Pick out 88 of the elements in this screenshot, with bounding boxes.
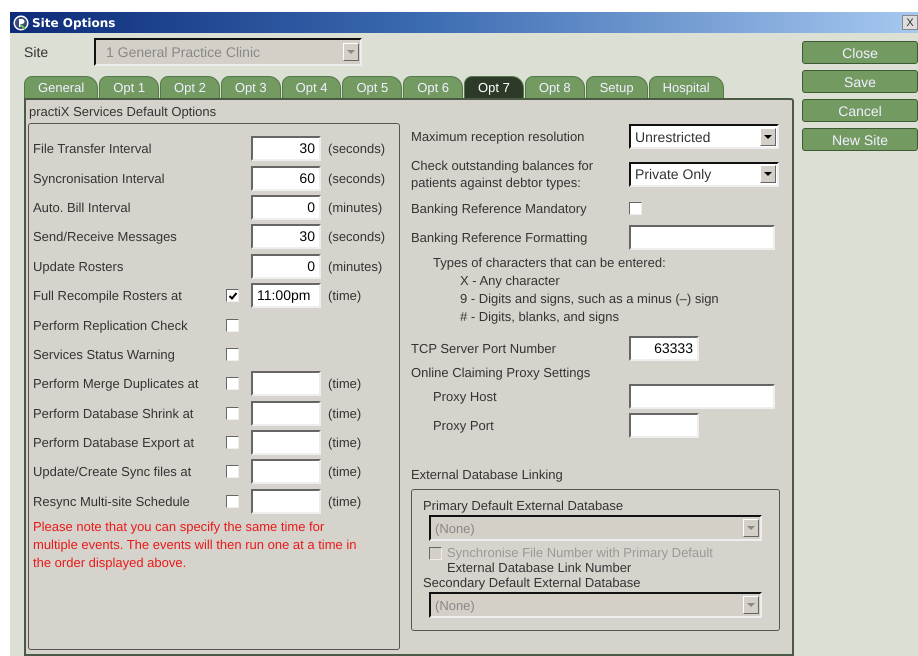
window-x-button[interactable]: X <box>902 15 918 30</box>
option-label: Perform Database Shrink at <box>33 406 194 421</box>
tab[interactable]: General <box>24 76 98 98</box>
tab[interactable]: Opt 7 <box>464 76 524 98</box>
checkbox[interactable] <box>226 318 239 332</box>
option-label: TCP Server Port Number <box>411 341 557 356</box>
checkbox[interactable] <box>226 406 239 420</box>
checkbox-label: Synchronise File Number with Primary Default <box>447 545 713 560</box>
checkbox[interactable] <box>226 348 239 361</box>
app-icon <box>13 14 29 30</box>
help-text: 9 - Digits and signs, such as a minus (–) sign <box>459 290 720 308</box>
help-text: X - Any character <box>459 272 561 290</box>
time-field[interactable] <box>251 430 321 456</box>
time-field[interactable] <box>251 371 321 396</box>
time-field[interactable]: 11:00pm <box>251 283 321 308</box>
action-button[interactable]: Save <box>802 70 918 93</box>
tab[interactable]: Opt 4 <box>282 76 342 98</box>
option-label: Resync Multi-site Schedule <box>33 494 191 509</box>
option-label: Auto. Bill Interval <box>33 200 132 215</box>
option-label: Proxy Host <box>432 389 498 404</box>
option-label: Check outstanding balances for patients against debtor types: <box>411 157 594 191</box>
option-label: Update Rosters <box>33 258 124 274</box>
option-label: Services Status Warning <box>33 346 176 362</box>
unit-label: (time) <box>328 494 362 509</box>
action-button[interactable]: New Site <box>802 128 918 151</box>
action-button[interactable]: Close <box>802 41 918 64</box>
option-label: Banking Reference Formatting <box>411 230 588 245</box>
time-field[interactable] <box>251 400 321 426</box>
option-label: Perform Database Export at <box>33 435 196 450</box>
tab[interactable]: Opt 5 <box>342 76 402 98</box>
port-field[interactable]: 63333 <box>629 336 699 361</box>
section-title: External Database Linking <box>411 467 564 482</box>
tab[interactable]: Opt 1 <box>99 76 160 98</box>
number-field[interactable]: 0 <box>251 194 321 220</box>
debtor-type-dropdown[interactable]: Private Only <box>629 162 779 186</box>
tab[interactable]: Opt 3 <box>220 76 281 98</box>
number-field[interactable]: 0 <box>251 254 321 279</box>
option-label: Syncronisation Interval <box>33 170 166 186</box>
site-label: Site <box>24 44 50 60</box>
help-text: Types of characters that can be entered: <box>433 254 667 272</box>
tab[interactable]: Opt 2 <box>160 76 220 98</box>
checkbox[interactable] <box>226 377 239 390</box>
checkbox[interactable] <box>226 465 239 478</box>
unit-label: (time) <box>328 435 362 450</box>
checkbox[interactable] <box>226 494 239 508</box>
option-label: Maximum reception resolution <box>411 129 586 144</box>
option-label: Update/Create Sync files at <box>33 464 192 480</box>
checkbox-label: External Database Link Number <box>447 560 632 575</box>
proxy-host-field[interactable] <box>629 384 775 409</box>
option-label: Banking Reference Mandatory <box>411 200 588 216</box>
tab[interactable]: Setup <box>586 76 648 98</box>
option-label: Proxy Port <box>432 418 495 433</box>
tab[interactable]: Hospital <box>648 76 724 98</box>
tab[interactable]: Opt 8 <box>524 76 585 98</box>
unit-label: (seconds) <box>328 141 386 156</box>
unit-label: (time) <box>328 376 362 392</box>
option-label: Perform Merge Duplicates at <box>33 376 200 392</box>
tab[interactable]: Opt 6 <box>403 76 464 98</box>
group-title: practiX Services Default Options <box>28 104 218 121</box>
note-text: Please note that you can specify the same time for multiple events. The events will then run one at a time in the order displayed above. <box>32 518 358 572</box>
number-field[interactable]: 30 <box>251 224 321 250</box>
time-field[interactable] <box>251 459 321 484</box>
unit-label: (seconds) <box>328 170 386 186</box>
resolution-dropdown[interactable]: Unrestricted <box>629 124 779 149</box>
time-field[interactable] <box>251 488 321 514</box>
number-field[interactable]: 60 <box>251 166 321 191</box>
option-label: Perform Replication Check <box>33 318 189 333</box>
unit-label: (minutes) <box>328 200 382 215</box>
unit-label: (time) <box>328 288 362 304</box>
help-text: # - Digits, blanks, and signs <box>459 308 620 326</box>
option-label: Send/Receive Messages <box>33 229 178 244</box>
proxy-port-field[interactable] <box>629 413 699 438</box>
unit-label: (time) <box>328 464 362 480</box>
section-title: Online Claiming Proxy Settings <box>411 365 592 380</box>
number-field[interactable]: 30 <box>251 136 321 162</box>
unit-label: (time) <box>328 406 362 421</box>
unit-label: (minutes) <box>328 258 382 274</box>
action-button[interactable]: Cancel <box>802 99 918 122</box>
option-label: File Transfer Interval <box>33 141 152 156</box>
field-label: Primary Default External Database <box>423 498 624 513</box>
format-field[interactable] <box>629 225 775 250</box>
window-title: Site Options <box>32 16 116 30</box>
field-label: Secondary Default External Database <box>423 575 642 590</box>
option-label: Full Recompile Rosters at <box>33 288 183 304</box>
unit-label: (seconds) <box>328 229 386 244</box>
checkbox[interactable] <box>226 289 239 302</box>
checkbox[interactable] <box>629 202 642 214</box>
checkbox[interactable] <box>226 436 239 450</box>
